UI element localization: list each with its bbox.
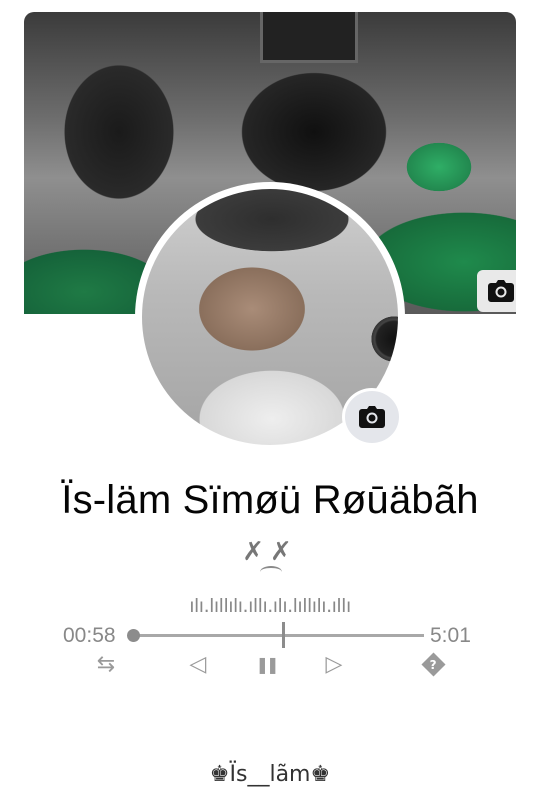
mood-symbol: ✗✗ [242, 536, 298, 566]
camera-icon [359, 406, 385, 428]
pause-button[interactable]: ❚❚ [252, 650, 280, 678]
progress-track[interactable] [132, 634, 424, 637]
cover-scoreboard [260, 12, 358, 63]
previous-button[interactable]: ◁ [184, 650, 212, 678]
pause-icon: ❚❚ [255, 654, 280, 674]
camera-icon [488, 280, 514, 302]
shuffle-button[interactable]: ⇆ [90, 650, 122, 678]
next-icon: ▷ [325, 651, 343, 677]
next-button[interactable]: ▷ [320, 650, 348, 678]
profile-bio: ♚Ïs__lãm♚ [209, 762, 331, 787]
progress-knob[interactable] [127, 629, 140, 642]
progress-marker [282, 622, 285, 648]
help-icon: ? [420, 651, 446, 677]
avatar-camera-button[interactable] [342, 388, 402, 446]
elapsed-time: 00:58 [63, 624, 116, 647]
shuffle-icon: ⇆ [96, 651, 116, 677]
frown-mark [260, 566, 282, 578]
audio-waveform: ılı.lıllılı.ıllı.ılı.lıllılı.ıllı [189, 595, 351, 617]
cover-camera-button[interactable] [477, 270, 516, 312]
duration-time: 5:01 [430, 624, 471, 647]
profile-name: Ïs-läm Sïmøü Røūäbãh [61, 478, 479, 522]
help-button[interactable]: ? [420, 650, 446, 678]
previous-icon: ◁ [189, 651, 207, 677]
